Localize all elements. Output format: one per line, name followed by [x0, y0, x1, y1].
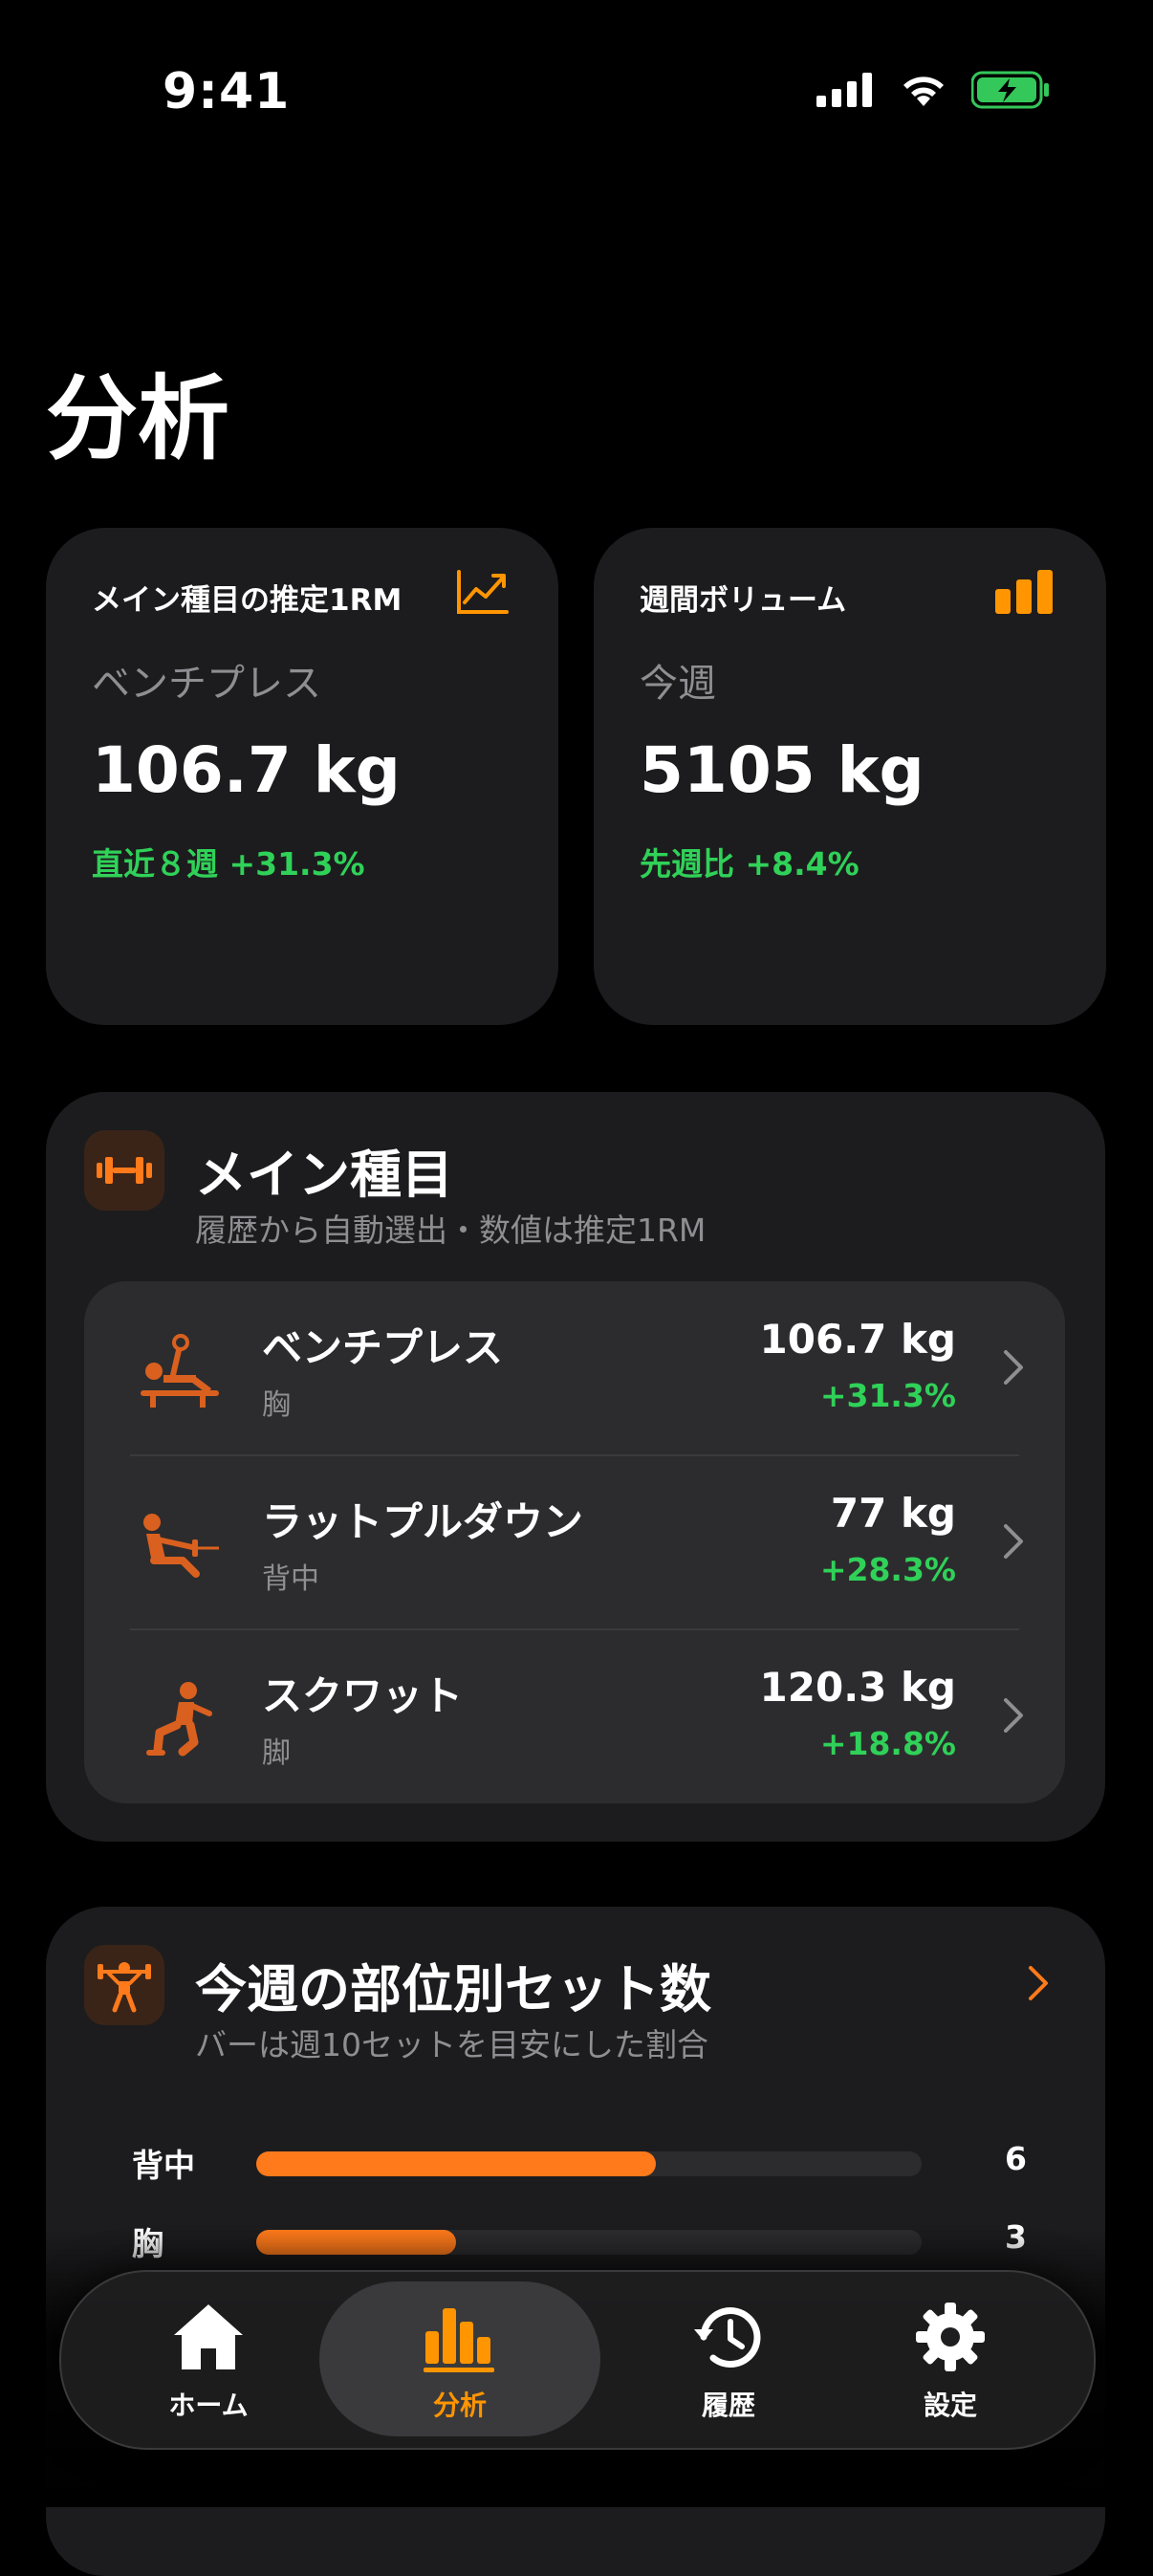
card-change: 先週比 +8.4% [640, 845, 859, 883]
section-subtitle: バーは週10セットを目安にした割合 [195, 2026, 708, 2063]
tab-bar: ホーム 分析 履歴 設定 [59, 2270, 1096, 2450]
exercise-1rm: 120.3 kg [759, 1664, 956, 1711]
section-title: 今週の部位別セット数 [195, 1959, 711, 2019]
card-subject: ベンチプレス [92, 662, 321, 706]
squat-icon [132, 1671, 228, 1767]
card-label: メイン種目の推定1RM [92, 583, 402, 618]
progress-fill [256, 2151, 656, 2176]
body-part-label: 背中 [132, 2147, 195, 2184]
gear-icon [916, 2303, 985, 2371]
weekly-volume-card[interactable]: 週間ボリューム 今週 5105 kg 先週比 +8.4% [594, 528, 1106, 1025]
card-value: 5105 kg [640, 733, 925, 807]
wifi-icon [903, 76, 944, 106]
cellular-signal-icon [816, 73, 872, 107]
card-label: 週間ボリューム [640, 583, 847, 618]
chevron-right-icon[interactable] [1027, 1964, 1050, 2002]
page-title: 分析 [46, 365, 229, 472]
bench-press-icon [132, 1323, 228, 1419]
dumbbell-icon [84, 1130, 164, 1211]
card-subject: 今週 [640, 662, 716, 706]
exercise-name: ベンチプレス [262, 1324, 504, 1371]
section-title: メイン種目 [195, 1145, 453, 1205]
set-count: 6 [1005, 2140, 1027, 2177]
exercise-change: +28.3% [819, 1551, 956, 1588]
status-icons [816, 71, 1050, 109]
tab-history[interactable]: 履歴 [604, 2272, 853, 2448]
tab-analytics[interactable]: 分析 [319, 2272, 600, 2448]
exercise-change: +31.3% [819, 1377, 956, 1414]
exercise-row-squat[interactable]: スクワット 脚 120.3 kg +18.8% [84, 1629, 1065, 1803]
main-exercises-section: メイン種目 履歴から自動選出・数値は推定1RM ベンチプレス 胸 106.7 k… [46, 1092, 1105, 1842]
tab-label: ホーム [168, 2390, 249, 2421]
estimated-1rm-card[interactable]: メイン種目の推定1RM ベンチプレス 106.7 kg 直近８週 +31.3% [46, 528, 558, 1025]
exercise-name: スクワット [262, 1672, 464, 1719]
chevron-right-icon [1004, 1698, 1023, 1733]
analytics-icon [424, 2308, 494, 2372]
exercise-row-bench-press[interactable]: ベンチプレス 胸 106.7 kg +31.3% [84, 1281, 1065, 1455]
house-icon [174, 2304, 243, 2369]
exercise-1rm: 106.7 kg [759, 1316, 956, 1363]
card-change: 直近８週 +31.3% [92, 845, 365, 883]
exercise-1rm: 77 kg [830, 1490, 956, 1537]
status-bar: 9:41 [0, 0, 1153, 191]
exercise-body-part: 背中 [262, 1562, 319, 1596]
history-icon [694, 2307, 761, 2368]
exercise-list: ベンチプレス 胸 106.7 kg +31.3% ラットプルダウン 背中 77 … [84, 1281, 1065, 1803]
battery-charging-icon [971, 71, 1049, 109]
tab-label: 設定 [923, 2390, 977, 2421]
exercise-change: +18.8% [819, 1725, 956, 1762]
tab-label: 分析 [432, 2390, 487, 2421]
exercise-row-lat-pulldown[interactable]: ラットプルダウン 背中 77 kg +28.3% [84, 1455, 1065, 1629]
tab-settings[interactable]: 設定 [826, 2272, 1075, 2448]
rowing-icon [132, 1497, 228, 1593]
bar-chart-icon [995, 570, 1053, 614]
tab-label: 履歴 [701, 2390, 755, 2421]
trend-chart-icon [457, 570, 509, 614]
chevron-right-icon [1004, 1350, 1023, 1385]
section-subtitle: 履歴から自動選出・数値は推定1RM [195, 1212, 707, 1249]
weightlifter-icon [84, 1945, 164, 2025]
exercise-body-part: 胸 [262, 1388, 291, 1422]
set-bar-row: 背中 6 [46, 2140, 1103, 2188]
status-time: 9:41 [163, 63, 291, 120]
tab-home[interactable]: ホーム [84, 2272, 333, 2448]
card-value: 106.7 kg [92, 733, 401, 807]
chevron-right-icon [1004, 1524, 1023, 1559]
progress-track [256, 2151, 922, 2176]
exercise-name: ラットプルダウン [262, 1498, 584, 1545]
exercise-body-part: 脚 [262, 1736, 291, 1770]
